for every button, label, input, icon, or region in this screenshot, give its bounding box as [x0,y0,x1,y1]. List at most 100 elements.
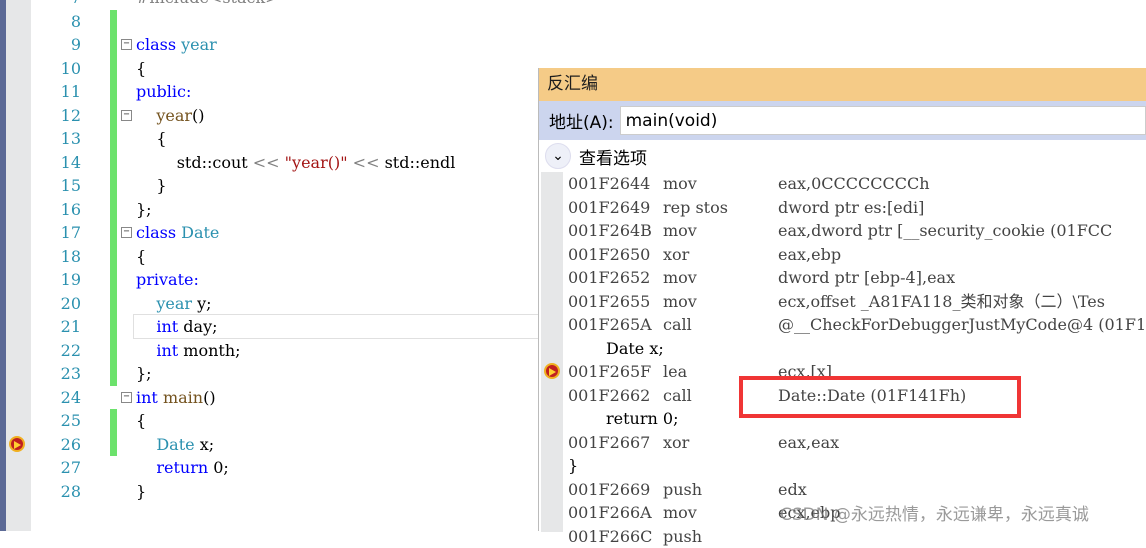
code-token [136,458,156,477]
code-line[interactable]: } [136,174,167,198]
code-token: Date [156,435,194,454]
chevron-down-icon[interactable]: ⌄ [545,143,571,169]
disassembly-row[interactable]: 001F2650xoreax,ebp [568,243,841,267]
code-line[interactable]: { [136,409,146,433]
collapse-icon[interactable]: − [121,227,132,238]
code-token: y; [192,294,212,313]
code-line[interactable]: { [136,127,167,151]
line-number: 21 [31,315,81,339]
code-token: }; [136,364,152,383]
code-token: { [136,129,167,148]
instruction-operands: dword ptr es:[edi] [778,198,924,217]
instruction-address: 001F2649 [568,196,663,220]
line-number: 7 [31,0,81,10]
instruction-operands: eax,dword ptr [__security_cookie (01FCC [778,221,1112,240]
change-marker [110,292,117,316]
instruction-address: 001F265F [568,360,663,384]
instruction-address: 001F265A [568,313,663,337]
address-input[interactable] [620,106,1146,135]
address-label: 地址(A): [549,108,614,133]
instruction-address: 001F2662 [568,384,663,408]
code-line[interactable]: }; [136,198,152,222]
disassembly-row[interactable]: 001F2655movecx,offset _A81FA118_类和对象（二）\… [568,290,1105,314]
view-options-toggle[interactable]: ⌄ 查看选项 [539,140,1146,172]
instruction-pointer-icon [544,363,560,379]
change-marker [110,362,117,386]
disassembly-row[interactable]: 001F265Acall@__CheckForDebuggerJustMyCod… [568,313,1146,337]
line-number: 12 [31,104,81,128]
source-line[interactable]: return 0; [568,407,678,431]
line-number: 10 [31,57,81,81]
code-line[interactable]: std::cout << "year()" << std::endl [136,151,455,175]
disassembly-row[interactable]: 001F266Cpush [568,525,778,548]
code-line[interactable]: { [136,245,146,269]
collapse-icon[interactable]: − [121,39,132,50]
line-number: 14 [31,151,81,175]
code-line[interactable]: year() [136,104,205,128]
change-marker [110,80,117,104]
code-line[interactable]: }; [136,362,152,386]
code-line-partial: #include<stack> [136,0,279,10]
disassembly-row[interactable]: 001F2652movdword ptr [ebp-4],eax [568,266,955,290]
line-number: 24 [31,386,81,410]
code-token: Date [181,223,219,242]
instruction-address: 001F266C [568,525,663,548]
instruction-pointer-icon [9,436,25,452]
code-line[interactable]: class Date [136,221,219,245]
code-line[interactable]: public: [136,80,191,104]
code-line[interactable]: { [136,57,146,81]
code-line[interactable]: year y; [136,292,212,316]
disassembly-row[interactable]: 001F2649rep stosdword ptr es:[edi] [568,196,924,220]
instruction-mnemonic: xor [663,431,778,455]
line-number: 23 [31,362,81,386]
line-number: 20 [31,292,81,316]
line-number: 25 [31,409,81,433]
instruction-address: 001F2652 [568,266,663,290]
change-marker [110,57,117,81]
code-line[interactable]: } [136,480,146,504]
code-token: public [136,82,186,101]
line-number: 28 [31,480,81,504]
change-marker [110,221,117,245]
code-line[interactable]: Date x; [136,433,214,457]
instruction-address: 001F2655 [568,290,663,314]
code-token: { [136,59,146,78]
code-line[interactable]: return 0; [136,456,229,480]
code-token: { [136,411,146,430]
code-token: 0; [208,458,229,477]
code-token: month; [178,341,240,360]
code-line[interactable]: class year [136,33,217,57]
line-number: 27 [31,456,81,480]
disassembly-row[interactable]: 001F2667xoreax,eax [568,431,839,455]
change-marker [110,245,117,269]
source-line[interactable]: Date x; [568,337,664,361]
disassembly-row[interactable]: 001F264Bmoveax,dword ptr [__security_coo… [568,219,1112,243]
change-marker [110,268,117,292]
code-token: } [136,176,167,195]
code-token: : [186,82,191,101]
instruction-mnemonic: call [663,313,778,337]
instruction-mnemonic: mov [663,219,778,243]
watermark: CSDN @永远热情，永远谦卑，永远真诚 [780,500,1089,525]
disassembly-title: 反汇编 [539,68,1146,101]
collapse-icon[interactable]: − [121,110,132,121]
disassembly-window: 反汇编 地址(A): ⌄ 查看选项 001F2644moveax,0CCCCCC… [538,68,1146,531]
code-line[interactable]: private: [136,268,199,292]
collapse-icon[interactable]: − [121,392,132,403]
disassembly-row[interactable]: } [568,454,578,478]
instruction-address: 001F266A [568,501,663,525]
disassembly-row[interactable]: 001F2644moveax,0CCCCCCCCh [568,172,930,196]
disassembly-row[interactable]: 001F2669pushedx [568,478,807,502]
instruction-mnemonic: mov [663,501,778,525]
code-token: } [136,482,146,501]
disassembly-gutter[interactable] [541,172,563,532]
code-token [136,294,156,313]
change-marker [110,33,117,57]
change-marker [110,198,117,222]
line-number: 18 [31,245,81,269]
code-line[interactable]: int main() [136,386,216,410]
code-token: int [156,341,178,360]
line-number: 9 [31,33,81,57]
line-number: 11 [31,80,81,104]
code-line[interactable]: int month; [136,339,241,363]
